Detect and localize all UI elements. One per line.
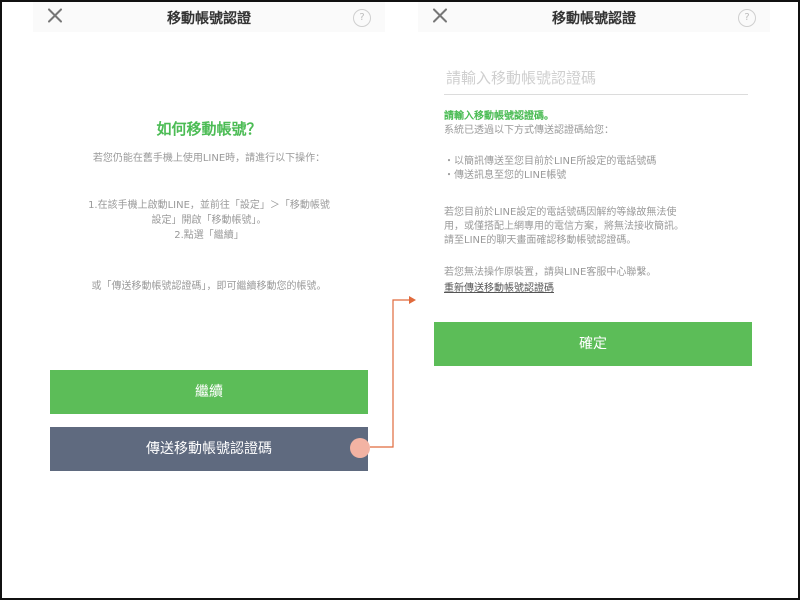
sent-info: 系統已透過以下方式傳送認證碼給您： [444,125,614,136]
note-line-3: 請至LINE的聊天畫面確認移動帳號認證碼。 [444,235,637,246]
delivery-method-sms: ・以簡訊傳送至您目前於LINE所設定的電話號碼 [444,156,657,167]
page-title: 移動帳號認證 [552,11,636,27]
help-icon[interactable]: ? [738,9,756,27]
note-line-2: 用，或僅搭配上網專用的電信方案，將無法接收簡訊。 [444,221,684,232]
code-prompt: 請輸入移動帳號認證碼。 [444,111,554,122]
note-line-1: 若您目前於LINE設定的電話號碼因解約等緣故無法使 [444,207,677,218]
support-text: 若您無法操作原裝置，請與LINE客服中心聯繫。 [444,267,657,278]
resend-row: 重新傳送移動帳號認證碼 [444,282,754,296]
verification-code-input[interactable] [444,62,748,95]
delivery-method-line: ・傳送訊息至您的LINE帳號 [444,170,567,181]
right-header: 移動帳號認證 ? [418,2,770,32]
resend-code-link[interactable]: 重新傳送移動帳號認證碼 [444,283,554,294]
right-screen: 移動帳號認證 ? 請輸入移動帳號認證碼。 系統已透過以下方式傳送認證碼給您： ・… [418,2,770,562]
confirm-button[interactable]: 確定 [434,322,752,366]
